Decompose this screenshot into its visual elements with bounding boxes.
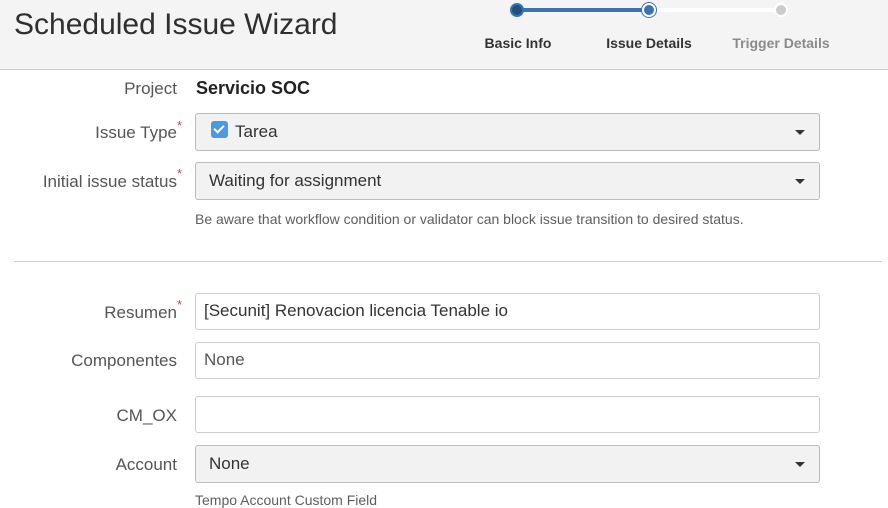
account-select[interactable]: None [195,445,820,483]
summary-label: Resumen [104,303,177,322]
wizard-header: Scheduled Issue Wizard Basic Info Issue … [0,0,888,70]
summary-required-marker: * [177,297,183,312]
issue-type-select[interactable]: Tarea [195,113,820,151]
initial-status-hint: Be aware that workflow condition or vali… [195,211,744,227]
issue-type-value: Tarea [235,122,278,141]
step-dot-trigger-details [774,3,788,17]
issue-type-label: Issue Type [95,123,177,142]
components-input[interactable]: None [195,342,820,379]
chevron-down-icon [795,462,805,467]
step-label-issue-details: Issue Details [606,35,692,51]
progress-line-pending [649,8,781,12]
components-label: Componentes [71,351,177,370]
initial-status-label: Initial issue status [42,172,177,191]
wizard-progress: Basic Info Issue Details Trigger Details [0,0,888,69]
progress-line-complete [517,8,649,12]
step-dot-basic-info[interactable] [510,3,524,17]
account-hint: Tempo Account Custom Field [195,492,378,508]
step-label-trigger-details: Trigger Details [732,35,830,51]
task-checkbox-icon [211,121,228,138]
summary-value: [Secunit] Renovacion licencia Tenable io [204,301,508,320]
chevron-down-icon [795,179,805,184]
components-value: None [204,350,245,369]
step-label-basic-info[interactable]: Basic Info [485,35,552,51]
initial-status-select[interactable]: Waiting for assignment [195,162,820,200]
initial-status-value: Waiting for assignment [209,171,382,190]
chevron-down-icon [795,130,805,135]
cm-ox-input[interactable] [195,396,820,433]
account-value: None [209,454,250,473]
project-label: Project [124,79,177,98]
step-dot-issue-details [642,3,656,17]
initial-status-required-marker: * [177,166,183,181]
section-divider [14,261,882,262]
summary-input[interactable]: [Secunit] Renovacion licencia Tenable io [195,293,820,330]
project-value: Servicio SOC [196,78,311,98]
cm-ox-label: CM_OX [116,406,177,425]
issue-type-required-marker: * [177,118,183,133]
account-label: Account [115,455,177,474]
